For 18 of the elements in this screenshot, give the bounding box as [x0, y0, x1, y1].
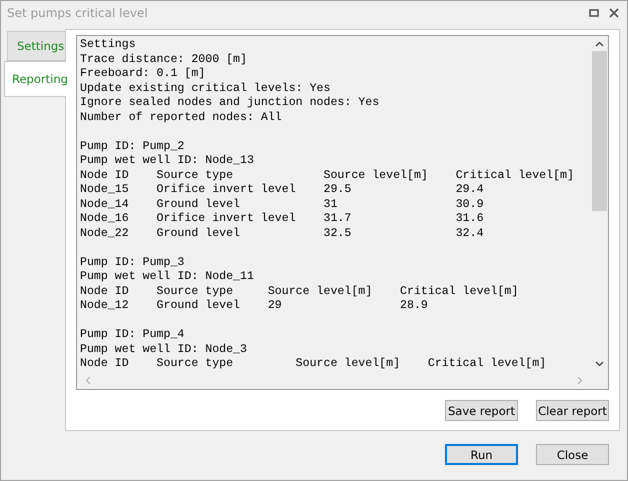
close-icon[interactable]	[609, 8, 619, 18]
chevron-left-icon[interactable]	[85, 376, 91, 385]
maximize-icon[interactable]	[589, 8, 599, 18]
report-text: Pump ID: Pump_3 Pump wet well ID: Node_11 Node ID Source type Source level[m] Critical level[m] Node_12 Ground level 29 28.9	[80, 256, 520, 314]
dialog-button[interactable]: Run	[445, 444, 518, 465]
window-title: Set pumps critical level	[7, 6, 149, 20]
chevron-right-icon[interactable]	[577, 376, 583, 385]
chevron-down-icon[interactable]	[595, 361, 604, 367]
report-text: Pump ID: Pump_4 Pump wet well ID: Node_3 Node ID Source type Source level[m] Critical level[m]	[80, 328, 548, 372]
report-text: Settings Trace distance: 2000 [m] Freeboard: 0.1 [m] Update existing critical levels: Yes Ignore sealed nodes and junction nodes: Yes Number of reported nodes: All	[80, 38, 380, 125]
dialog-button[interactable]: Close	[536, 444, 609, 465]
scrollbar-thumb[interactable]	[592, 51, 607, 211]
tab[interactable]: Settings	[7, 31, 65, 61]
tab[interactable]: Reporting	[4, 61, 66, 97]
report-text: Pump ID: Pump_2 Pump wet well ID: Node_13 Node ID Source type Source level[m] Critical level[m] Node_15 Orifice invert level 29.5 29.4 Node_14 Ground level 31 30.9 Node_16 Orifice invert level 31.7 31.6 Node_22 Ground level 32.5 32.4	[80, 140, 575, 241]
report-button[interactable]: Clear report	[536, 400, 609, 421]
report-button[interactable]: Save report	[445, 400, 518, 421]
chevron-up-icon[interactable]	[595, 41, 604, 47]
